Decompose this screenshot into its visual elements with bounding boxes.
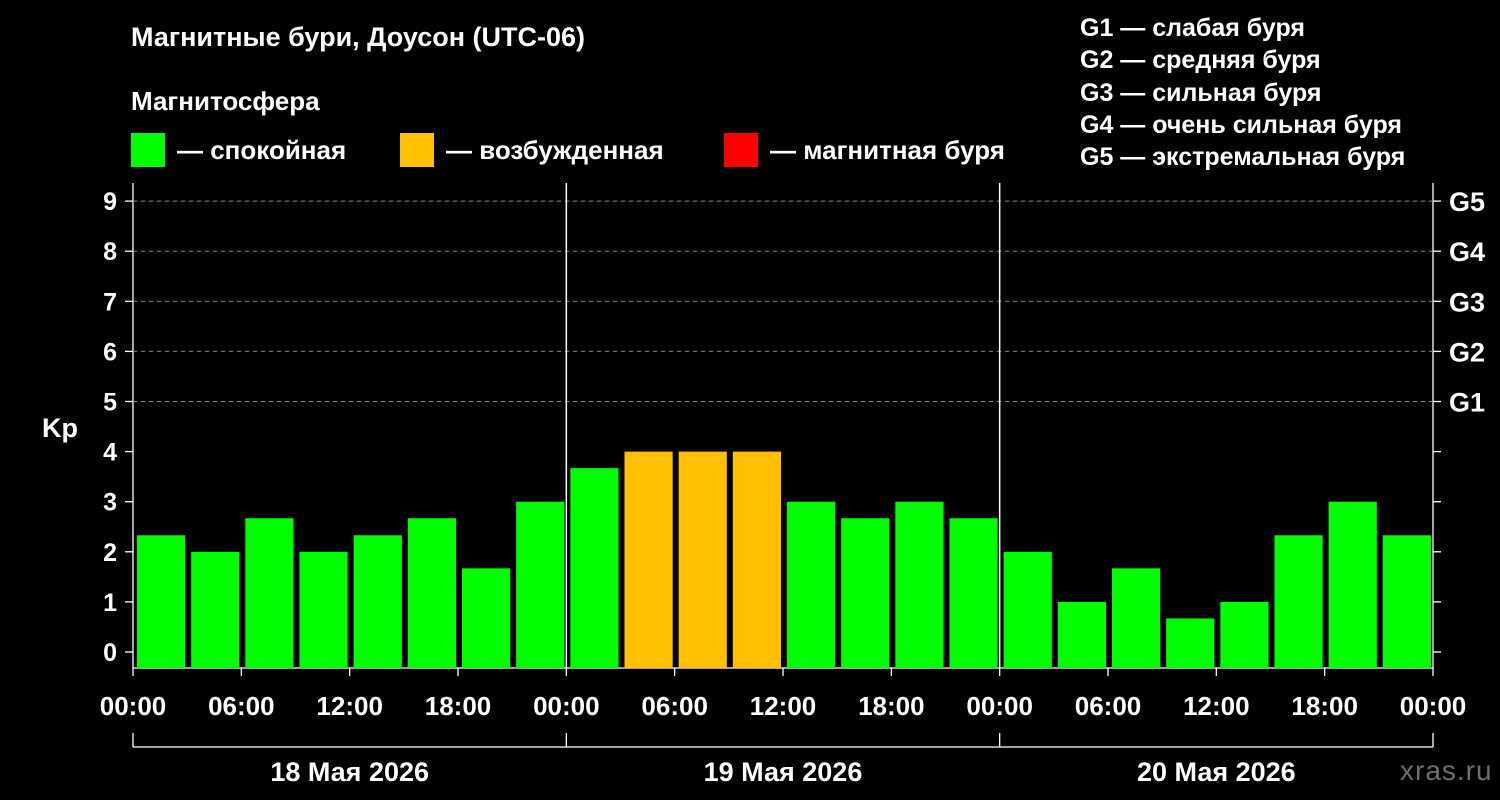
kp-bar	[462, 568, 511, 668]
y-tick-label: 0	[103, 639, 117, 667]
y-tick-label: 2	[103, 539, 117, 567]
kp-bar	[407, 518, 456, 668]
watermark: xras.ru	[1400, 755, 1493, 786]
x-tick-label: 06:00	[641, 691, 708, 721]
x-tick-label: 06:00	[1075, 691, 1142, 721]
kp-bar	[353, 535, 402, 668]
kp-bar	[678, 451, 727, 668]
kp-bar	[1057, 601, 1106, 668]
kp-bar	[1328, 501, 1377, 668]
x-tick-label: 12:00	[1183, 691, 1250, 721]
kp-bar	[1274, 535, 1323, 668]
x-tick-label: 12:00	[750, 691, 817, 721]
x-tick-label: 12:00	[316, 691, 383, 721]
kp-bar	[1220, 601, 1269, 668]
kp-bar	[1003, 551, 1052, 668]
y-axis-label: Kp	[42, 413, 78, 443]
kp-bar	[137, 535, 186, 668]
kp-bar	[1382, 535, 1431, 668]
day-label: 20 Мая 2026	[1137, 757, 1296, 787]
x-tick-label: 18:00	[425, 691, 492, 721]
kp-bar	[895, 501, 944, 668]
kp-bar	[732, 451, 781, 668]
kp-bar	[624, 451, 673, 668]
x-tick-label: 06:00	[208, 691, 275, 721]
y-tick-label: 8	[103, 238, 117, 266]
right-axis-label-g2: G2	[1449, 337, 1485, 367]
x-tick-label: 00:00	[533, 691, 600, 721]
kp-bar	[245, 518, 294, 668]
y-tick-label: 4	[103, 439, 117, 467]
x-tick-label: 18:00	[858, 691, 925, 721]
x-tick-label: 00:00	[1400, 691, 1467, 721]
x-tick-label: 18:00	[1291, 691, 1358, 721]
x-tick-label: 00:00	[966, 691, 1033, 721]
right-axis-label-g1: G1	[1449, 388, 1485, 418]
kp-bar	[191, 551, 240, 668]
right-axis-label-g3: G3	[1449, 287, 1485, 317]
y-tick-label: 9	[103, 188, 117, 216]
kp-chart: 0 1 2 3 4 5 6 7 8 9 G1 G2 G3 G4 G5 Kp 00:00 06:00 12:00 18:…	[42, 183, 1485, 787]
kp-bar	[787, 501, 836, 668]
y-tick-label: 6	[103, 338, 117, 366]
day-label: 19 Мая 2026	[704, 757, 863, 787]
y-tick-label: 1	[103, 589, 117, 617]
x-tick-label: 00:00	[100, 691, 167, 721]
y-tick-label: 3	[103, 489, 117, 517]
y-tick-label: 7	[103, 288, 117, 316]
kp-bar	[516, 501, 565, 668]
kp-bar	[1166, 618, 1215, 668]
kp-bar	[570, 468, 619, 668]
right-axis-label-g5: G5	[1449, 187, 1485, 217]
y-tick-label: 5	[103, 389, 117, 417]
kp-bar	[299, 551, 348, 668]
kp-bar	[949, 518, 998, 668]
kp-bar	[841, 518, 890, 668]
day-label: 18 Мая 2026	[270, 757, 429, 787]
right-axis-label-g4: G4	[1449, 237, 1485, 267]
kp-bar	[1112, 568, 1161, 668]
